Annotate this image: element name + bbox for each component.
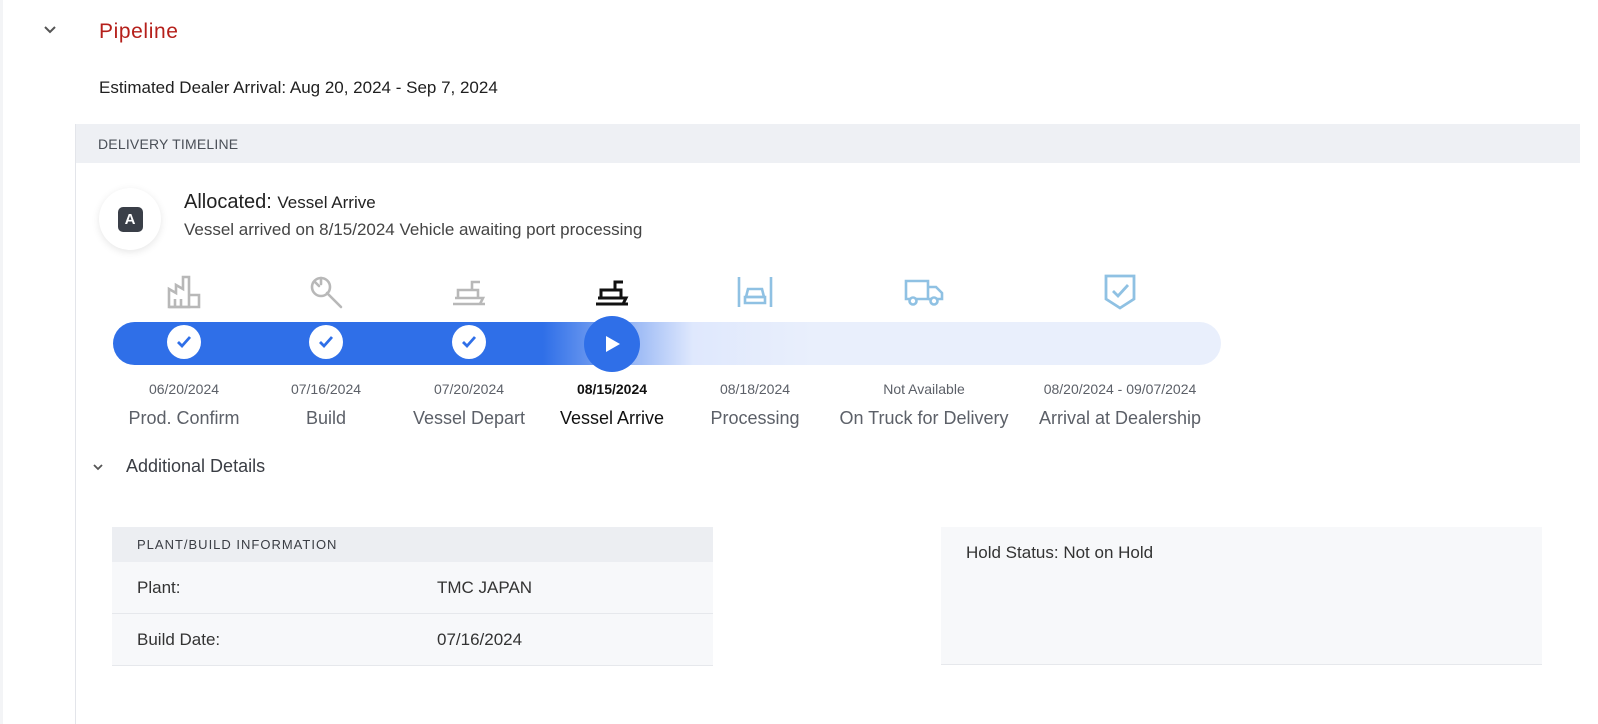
- allocation-badge-letter: A: [117, 206, 143, 232]
- current-step-play-icon: [584, 316, 640, 372]
- table-row: Build Date: 07/16/2024: [112, 614, 713, 666]
- plant-build-info-header: PLANT/BUILD INFORMATION: [112, 527, 713, 562]
- car-processing-icon: [733, 272, 777, 312]
- stage-label: Arrival at Dealership: [1038, 408, 1202, 428]
- plant-key: Plant:: [137, 577, 181, 597]
- stage-label: On Truck for Delivery: [839, 408, 1009, 428]
- table-row: Plant: TMC JAPAN: [112, 562, 713, 614]
- build-date-value: 07/16/2024: [437, 629, 523, 649]
- step-complete-check-icon: [452, 325, 486, 359]
- allocation-status: Allocated: Vessel Arrive: [184, 191, 376, 214]
- status-detail: Vessel arrived on 8/15/2024 Vehicle awai…: [184, 220, 643, 239]
- left-edge-strip: [0, 0, 3, 724]
- build-date-key: Build Date:: [137, 629, 221, 649]
- hold-status-text: Hold Status: Not on Hold: [966, 543, 1154, 562]
- truck-icon: [902, 272, 946, 312]
- wrench-icon: [304, 272, 348, 312]
- stage-date: Not Available: [883, 381, 965, 397]
- status-value: Vessel Arrive: [277, 193, 376, 212]
- estimated-dealer-arrival: Estimated Dealer Arrival: Aug 20, 2024 -…: [99, 78, 498, 97]
- plant-build-info-table: PLANT/BUILD INFORMATION Plant: TMC JAPAN…: [112, 527, 713, 666]
- section-title: Pipeline: [99, 20, 179, 43]
- plant-value: TMC JAPAN: [437, 577, 533, 597]
- additional-details-chevron-icon[interactable]: [90, 459, 106, 475]
- status-prefix: Allocated:: [184, 191, 272, 213]
- ship-icon-arrive: [590, 272, 634, 312]
- allocation-badge: A: [99, 188, 161, 250]
- stage-date: 08/20/2024 - 09/07/2024: [1043, 381, 1197, 397]
- timeline-progress-track: [113, 322, 1221, 365]
- factory-icon: [162, 272, 206, 312]
- pipeline-collapse-chevron-icon[interactable]: [42, 22, 58, 38]
- shield-check-icon: [1098, 272, 1142, 312]
- hold-status-box: Hold Status: Not on Hold: [941, 527, 1542, 665]
- step-complete-check-icon: [309, 325, 343, 359]
- step-complete-check-icon: [167, 325, 201, 359]
- delivery-timeline-header: DELIVERY TIMELINE: [76, 124, 1580, 163]
- ship-icon-depart: [447, 272, 491, 312]
- additional-details-toggle[interactable]: Additional Details: [126, 456, 265, 477]
